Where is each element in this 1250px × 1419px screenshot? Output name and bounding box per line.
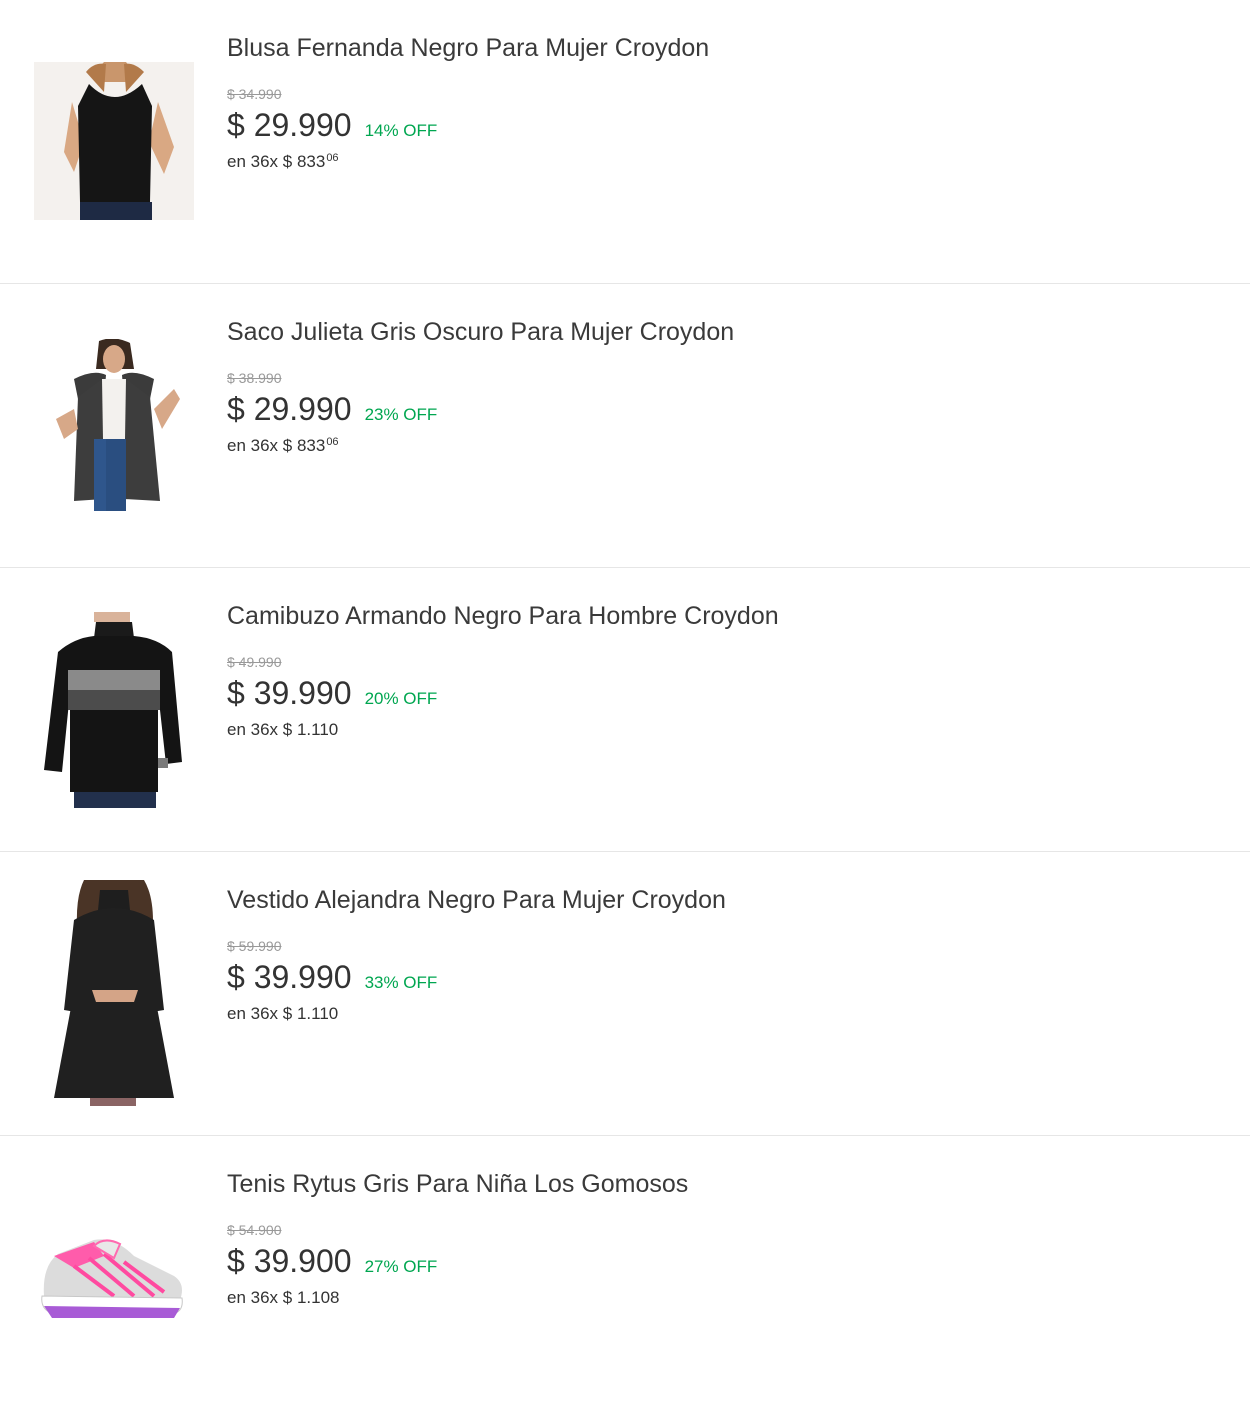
black-turtleneck-photo xyxy=(34,612,194,808)
product-title[interactable]: Tenis Rytus Gris Para Niña Los Gomosos xyxy=(227,1170,1220,1198)
product-list: Blusa Fernanda Negro Para Mujer Croydon … xyxy=(0,0,1250,1419)
installments-text: en 36x $ 83306 xyxy=(227,148,1220,172)
price-row: $ 39.990 20% OFF xyxy=(227,674,1220,712)
discount-badge: 27% OFF xyxy=(364,1257,438,1276)
product-image[interactable] xyxy=(34,1226,194,1326)
current-price: $ 29.990 xyxy=(227,107,352,143)
product-title[interactable]: Blusa Fernanda Negro Para Mujer Croydon xyxy=(227,34,1220,62)
installments-cents: 06 xyxy=(326,152,339,164)
installments-amount: en 36x $ 833 xyxy=(227,436,326,455)
price-row: $ 29.990 23% OFF xyxy=(227,390,1220,428)
discount-badge: 14% OFF xyxy=(364,121,438,140)
discount-badge: 20% OFF xyxy=(364,689,438,708)
product-title[interactable]: Camibuzo Armando Negro Para Hombre Croyd… xyxy=(227,602,1220,630)
original-price: $ 49.990 xyxy=(227,654,282,670)
discount-badge: 23% OFF xyxy=(364,405,438,424)
current-price: $ 29.990 xyxy=(227,391,352,427)
installments-amount: en 36x $ 1.110 xyxy=(227,720,339,739)
current-price: $ 39.900 xyxy=(227,1243,352,1279)
product-item[interactable]: Saco Julieta Gris Oscuro Para Mujer Croy… xyxy=(0,284,1250,568)
installments-text: en 36x $ 83306 xyxy=(227,432,1220,456)
product-item[interactable]: Tenis Rytus Gris Para Niña Los Gomosos $… xyxy=(0,1136,1250,1419)
product-item[interactable]: Camibuzo Armando Negro Para Hombre Croyd… xyxy=(0,568,1250,852)
installments-text: en 36x $ 1.110 xyxy=(227,1000,1220,1024)
installments-cents: 06 xyxy=(326,436,339,448)
price-row: $ 39.990 33% OFF xyxy=(227,958,1220,996)
product-title[interactable]: Saco Julieta Gris Oscuro Para Mujer Croy… xyxy=(227,318,1220,346)
current-price: $ 39.990 xyxy=(227,675,352,711)
product-image[interactable] xyxy=(34,339,194,511)
original-price: $ 38.990 xyxy=(227,370,282,386)
discount-badge: 33% OFF xyxy=(364,973,438,992)
gray-pink-sneaker-photo xyxy=(34,1226,194,1326)
original-price: $ 54.900 xyxy=(227,1222,282,1238)
product-item[interactable]: Blusa Fernanda Negro Para Mujer Croydon … xyxy=(0,0,1250,284)
product-item[interactable]: Vestido Alejandra Negro Para Mujer Croyd… xyxy=(0,852,1250,1136)
black-dress-photo xyxy=(34,880,194,1106)
installments-text: en 36x $ 1.110 xyxy=(227,716,1220,740)
original-price: $ 59.990 xyxy=(227,938,282,954)
gray-cardigan-photo xyxy=(34,339,194,511)
product-image[interactable] xyxy=(34,612,194,808)
black-tank-top-photo xyxy=(34,62,194,220)
installments-amount: en 36x $ 1.110 xyxy=(227,1004,339,1023)
installments-amount: en 36x $ 833 xyxy=(227,152,326,171)
current-price: $ 39.990 xyxy=(227,959,352,995)
product-image[interactable] xyxy=(34,62,194,220)
installments-text: en 36x $ 1.108 xyxy=(227,1284,1220,1308)
product-title[interactable]: Vestido Alejandra Negro Para Mujer Croyd… xyxy=(227,886,1220,914)
original-price: $ 34.990 xyxy=(227,86,282,102)
price-row: $ 39.900 27% OFF xyxy=(227,1242,1220,1280)
price-row: $ 29.990 14% OFF xyxy=(227,106,1220,144)
installments-amount: en 36x $ 1.108 xyxy=(227,1288,340,1307)
product-image[interactable] xyxy=(34,880,194,1106)
